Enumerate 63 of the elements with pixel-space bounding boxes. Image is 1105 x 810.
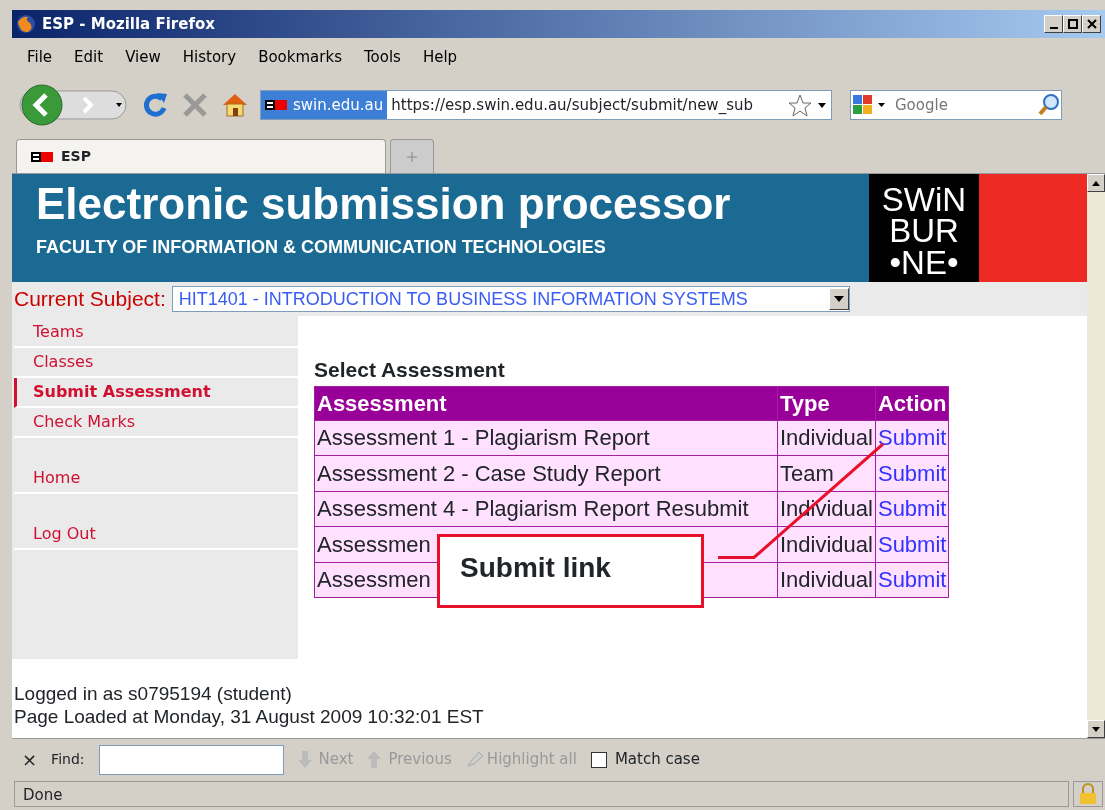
plus-icon xyxy=(406,150,418,163)
back-forward-buttons[interactable] xyxy=(18,83,130,127)
callout-box: Submit link xyxy=(437,534,704,608)
scroll-down-icon[interactable] xyxy=(1091,724,1101,734)
sidebar-link[interactable]: Check Marks xyxy=(14,408,298,438)
footer-text: Logged in as s0795194 (student) xyxy=(14,683,293,706)
close-button[interactable] xyxy=(1082,15,1101,33)
minimize-button[interactable] xyxy=(1044,15,1063,33)
section-heading: Select Assessment xyxy=(314,357,506,383)
table-cell: Assessment 1 - Plagiarism Report xyxy=(314,420,778,456)
banner-title: Electronic submission processor xyxy=(36,180,732,229)
logo-text: BUR xyxy=(888,215,960,247)
minimize-icon xyxy=(1049,27,1058,29)
close-find-button[interactable]: × xyxy=(22,746,38,773)
search-icon[interactable] xyxy=(1037,93,1061,117)
menu-item[interactable]: Bookmarks xyxy=(247,45,353,69)
checkbox[interactable] xyxy=(590,751,607,768)
checkbox-label[interactable]: Match case xyxy=(614,748,700,771)
table-cell: Individual xyxy=(777,526,876,562)
site-flag-icon xyxy=(265,99,287,111)
scrollbar[interactable] xyxy=(1087,174,1105,738)
highlighter-icon xyxy=(465,751,483,768)
menu-item[interactable]: Edit xyxy=(63,45,115,69)
menu-item[interactable]: Help xyxy=(411,45,469,69)
menu-item[interactable]: History xyxy=(171,45,248,69)
logo-text: •NE• xyxy=(888,246,960,279)
sidebar-link[interactable]: Teams xyxy=(14,318,298,348)
menu-item[interactable]: File xyxy=(16,45,64,69)
menu-item[interactable]: Tools xyxy=(352,45,412,69)
sidebar-link[interactable]: Log Out xyxy=(14,520,298,550)
table-cell: Individual xyxy=(777,562,876,598)
sidebar-link[interactable]: Home xyxy=(14,464,298,494)
address-field[interactable]: https://esp.swin.edu.au/subject/submit/new_sub xyxy=(387,93,787,117)
status-text: Done xyxy=(14,781,1069,807)
table-cell: Assessment 2 - Case Study Report xyxy=(314,455,778,491)
subject-select[interactable]: HIT1401 - INTRODUCTION TO BUSINESS INFORMATION SYSTEMS xyxy=(171,286,850,312)
find-label: Find: xyxy=(51,750,85,769)
banner-subtitle: FACULTY OF INFORMATION & COMMUNICATION TECHNOLOGIES xyxy=(36,236,607,260)
table-cell: Individual xyxy=(777,420,876,456)
tab[interactable]: ESP xyxy=(16,139,386,173)
column-header: Assessment xyxy=(314,386,778,420)
subject-label: Current Subject: xyxy=(14,286,166,313)
menu-item[interactable]: View xyxy=(114,45,172,69)
sidebar-link[interactable]: Submit Assessment xyxy=(14,378,298,408)
close-icon xyxy=(1086,19,1097,29)
table-cell: Assessment 4 - Plagiarism Report Resubmit xyxy=(314,491,778,527)
lock-icon xyxy=(1078,783,1098,805)
find-field[interactable] xyxy=(98,744,284,775)
search-bar[interactable]: Google xyxy=(850,90,1062,120)
dropdown-icon xyxy=(833,296,844,302)
maximize-button[interactable] xyxy=(1063,15,1082,33)
arrow-down-icon xyxy=(297,751,315,768)
site-flag-icon xyxy=(31,150,53,163)
star-icon[interactable] xyxy=(787,93,813,117)
sidebar-link[interactable]: Classes xyxy=(14,348,298,378)
maximize-icon xyxy=(1067,19,1078,29)
column-header: Type xyxy=(777,386,876,420)
column-header: Action xyxy=(875,386,949,420)
firefox-icon xyxy=(16,14,36,34)
logo-text: SWiN xyxy=(880,184,968,216)
window-title: ESP - Mozilla Firefox xyxy=(42,13,216,35)
footer-text: Page Loaded at Monday, 31 August 2009 10:32:01 EST xyxy=(14,705,485,729)
site-identity-button[interactable]: swin.edu.au xyxy=(261,91,388,119)
